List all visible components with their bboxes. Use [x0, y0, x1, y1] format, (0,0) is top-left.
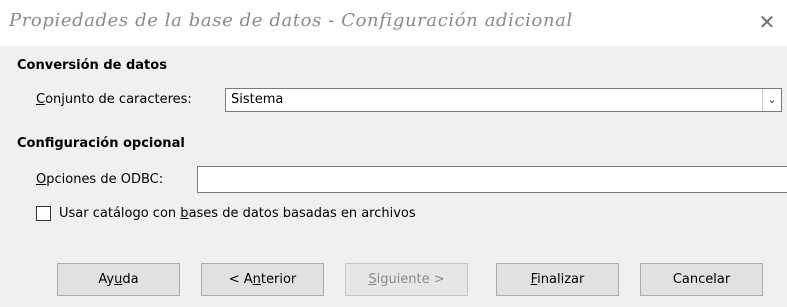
next-button[interactable]: Siguiente >: [345, 263, 468, 296]
optional-settings-heading: Configuración opcional: [17, 136, 185, 151]
close-icon[interactable]: ✕: [747, 6, 787, 38]
title-bar: Propiedades de la base de datos - Config…: [0, 0, 787, 46]
help-button[interactable]: Ayuda: [57, 263, 180, 296]
charset-select-value: Sistema: [231, 92, 284, 107]
back-button[interactable]: < Anterior: [201, 263, 324, 296]
finish-button[interactable]: Finalizar: [496, 263, 619, 296]
data-conversion-heading: Conversión de datos: [17, 58, 167, 73]
cancel-button[interactable]: Cancelar: [640, 263, 763, 296]
charset-label: Conjunto de caracteres:: [36, 92, 192, 107]
catalog-checkbox[interactable]: [36, 206, 51, 221]
odbc-options-input[interactable]: [197, 166, 787, 193]
chevron-down-icon[interactable]: ⌄: [762, 89, 781, 111]
catalog-checkbox-label[interactable]: Usar catálogo con bases de datos basadas…: [59, 206, 416, 221]
odbc-options-label: Opciones de ODBC:: [36, 172, 164, 187]
window-title: Propiedades de la base de datos - Config…: [9, 10, 573, 31]
charset-select[interactable]: Sistema ⌄: [225, 88, 782, 112]
